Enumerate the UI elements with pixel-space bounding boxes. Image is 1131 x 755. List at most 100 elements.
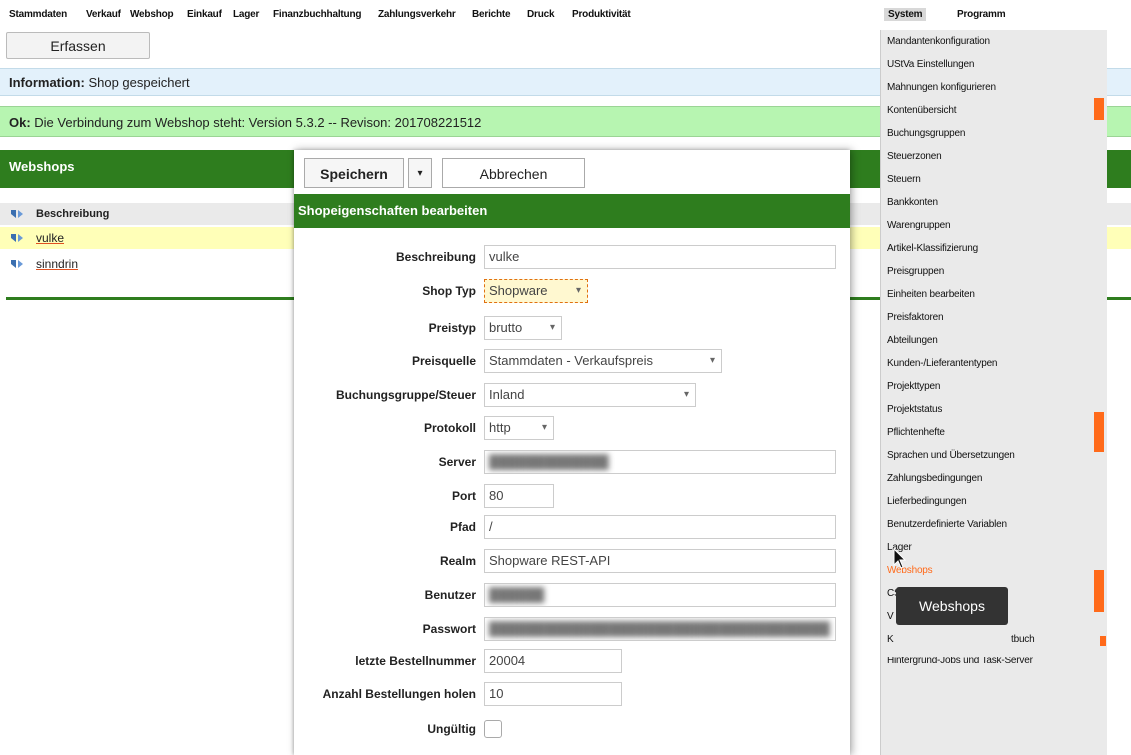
protokoll-label: Protokoll — [423, 421, 476, 435]
realm-input[interactable]: Shopware REST-API — [484, 549, 836, 573]
letzte-input[interactable]: 20004 — [484, 649, 622, 673]
ok-text: Die Verbindung zum Webshop steht: Versio… — [30, 115, 482, 130]
buchungsgruppe-label: Buchungsgruppe/Steuer — [335, 388, 476, 402]
shop-icon — [11, 260, 23, 268]
benutzer-input[interactable]: ██████ — [484, 583, 836, 607]
menu-item-buchungsgruppen[interactable]: Buchungsgruppen — [887, 128, 965, 139]
shop-icon — [11, 234, 23, 242]
menu-item-benutzerdefinierte-variablen[interactable]: Benutzerdefinierte Variablen — [887, 519, 1007, 530]
menu-item-pflichtenhefte[interactable]: Pflichtenhefte — [887, 427, 945, 438]
mouse-pointer-icon — [893, 548, 907, 569]
field-row-realm: Realm Shopware REST-API — [294, 549, 850, 575]
menu-item-mandantenkonfiguration[interactable]: Mandantenkonfiguration — [887, 36, 990, 47]
menu-item-sprachen[interactable]: Sprachen und Übersetzungen — [887, 450, 1015, 461]
menu-einkauf[interactable]: Einkauf — [187, 9, 222, 20]
cancel-button[interactable]: Abbrechen — [442, 158, 585, 188]
erfassen-tab[interactable]: Erfassen — [6, 32, 150, 59]
beschreibung-label: Beschreibung — [395, 250, 476, 264]
menu-item-ustva[interactable]: UStVa Einstellungen — [887, 59, 974, 70]
menu-stammdaten[interactable]: Stammdaten — [9, 9, 67, 20]
beschreibung-input[interactable]: vulke — [484, 245, 836, 269]
menu-berichte[interactable]: Berichte — [472, 9, 511, 20]
ok-label: Ok: — [9, 115, 31, 130]
sort-icon[interactable] — [10, 208, 24, 220]
field-row-server: Server █████████████ — [294, 450, 850, 476]
field-row-anzahl: Anzahl Bestellungen holen 10 — [294, 682, 850, 708]
buchungsgruppe-select[interactable]: Inland — [484, 383, 696, 407]
menu-item-steuern[interactable]: Steuern — [887, 174, 921, 185]
menu-zahlungsverkehr[interactable]: Zahlungsverkehr — [378, 9, 456, 20]
passwort-value: █████████████████████████████████████ — [489, 621, 830, 636]
info-text: Shop gespeichert — [84, 75, 190, 90]
field-row-beschreibung: Beschreibung vulke — [294, 245, 850, 271]
menu-item-abteilungen[interactable]: Abteilungen — [887, 335, 938, 346]
menu-item-preisgruppen[interactable]: Preisgruppen — [887, 266, 944, 277]
pfad-input[interactable]: / — [484, 515, 836, 539]
save-button[interactable]: Speichern — [304, 158, 404, 188]
field-row-ungueltig: Ungültig — [294, 717, 850, 743]
menu-item-mahnungen[interactable]: Mahnungen konfigurieren — [887, 82, 996, 93]
menu-item-artikel-klassifizierung[interactable]: Artikel-Klassifizierung — [887, 243, 978, 254]
menu-finanzbuchhaltung[interactable]: Finanzbuchhaltung — [273, 9, 361, 20]
server-value: █████████████ — [489, 454, 609, 469]
menu-lager[interactable]: Lager — [233, 9, 259, 20]
menu-item-steuerzonen[interactable]: Steuerzonen — [887, 151, 942, 162]
anzahl-input[interactable]: 10 — [484, 682, 622, 706]
save-dropdown-button[interactable]: ▾ — [408, 158, 432, 188]
menu-item-lieferbedingungen[interactable]: Lieferbedingungen — [887, 496, 967, 507]
menu-druck[interactable]: Druck — [527, 9, 555, 20]
menu-system[interactable]: System — [884, 8, 927, 21]
shoptyp-label: Shop Typ — [422, 284, 476, 298]
submenu-indicator — [1100, 636, 1106, 646]
ungueltig-checkbox[interactable] — [484, 720, 502, 738]
field-row-port: Port 80 — [294, 484, 850, 510]
menu-item-v[interactable]: V — [887, 611, 894, 622]
menu-item-k[interactable]: K — [887, 634, 894, 645]
menu-item-einheiten[interactable]: Einheiten bearbeiten — [887, 289, 975, 300]
info-label: Information: — [9, 75, 85, 90]
field-row-pfad: Pfad / — [294, 515, 850, 541]
menu-item-projekttypen[interactable]: Projekttypen — [887, 381, 940, 392]
menu-item-kundentypen[interactable]: Kunden-/Lieferantentypen — [887, 358, 997, 369]
field-row-preisquelle: Preisquelle Stammdaten - Verkaufspreis — [294, 349, 850, 375]
submenu-indicator — [1094, 98, 1104, 120]
port-input[interactable]: 80 — [484, 484, 554, 508]
server-input[interactable]: █████████████ — [484, 450, 836, 474]
submenu-indicator — [1094, 570, 1104, 612]
column-beschreibung[interactable]: Beschreibung — [36, 208, 109, 220]
preisquelle-select[interactable]: Stammdaten - Verkaufspreis — [484, 349, 722, 373]
menu-item-bankkonten[interactable]: Bankkonten — [887, 197, 938, 208]
field-row-passwort: Passwort ███████████████████████████████… — [294, 617, 850, 643]
menu-webshop[interactable]: Webshop — [130, 9, 174, 20]
menu-verkauf[interactable]: Verkauf — [86, 9, 121, 20]
passwort-label: Passwort — [422, 622, 476, 636]
preisquelle-label: Preisquelle — [411, 354, 476, 368]
preistyp-select[interactable]: brutto — [484, 316, 562, 340]
pfad-label: Pfad — [449, 520, 476, 534]
menu-produktivitaet[interactable]: Produktivität — [572, 9, 631, 20]
passwort-input[interactable]: █████████████████████████████████████ — [484, 617, 836, 641]
field-row-letzte: letzte Bestellnummer 20004 — [294, 649, 850, 675]
menu-item-projektstatus[interactable]: Projektstatus — [887, 404, 942, 415]
anzahl-label: Anzahl Bestellungen holen — [322, 687, 476, 701]
edit-shop-dialog: Speichern ▾ Abbrechen Shopeigenschaften … — [294, 150, 850, 755]
menu-item-kontenuebersicht[interactable]: Kontenübersicht — [887, 105, 956, 116]
dialog-title: Shopeigenschaften bearbeiten — [294, 194, 850, 228]
port-label: Port — [452, 489, 476, 503]
field-row-protokoll: Protokoll http — [294, 416, 850, 442]
menu-item-warengruppen[interactable]: Warengruppen — [887, 220, 951, 231]
menu-item-preisfaktoren[interactable]: Preisfaktoren — [887, 312, 944, 323]
shop-link[interactable]: vulke — [36, 231, 64, 245]
webshops-tooltip: Webshops — [896, 587, 1008, 625]
field-row-buchungsgruppe: Buchungsgruppe/Steuer Inland — [294, 383, 850, 409]
shoptyp-select[interactable]: Shopware — [484, 279, 588, 303]
menu-item-zahlungsbedingungen[interactable]: Zahlungsbedingungen — [887, 473, 982, 484]
shop-link[interactable]: sinndrin — [36, 257, 78, 271]
field-row-shoptyp: Shop Typ Shopware — [294, 279, 850, 305]
menu-item-hintergrund-jobs[interactable]: Hintergrund-Jobs und Task-Server — [887, 657, 1033, 665]
letzte-label: letzte Bestellnummer — [355, 654, 476, 668]
protokoll-select[interactable]: http — [484, 416, 554, 440]
dialog-toolbar: Speichern ▾ Abbrechen — [294, 150, 850, 194]
preistyp-label: Preistyp — [428, 321, 476, 335]
menu-programm[interactable]: Programm — [957, 9, 1006, 20]
